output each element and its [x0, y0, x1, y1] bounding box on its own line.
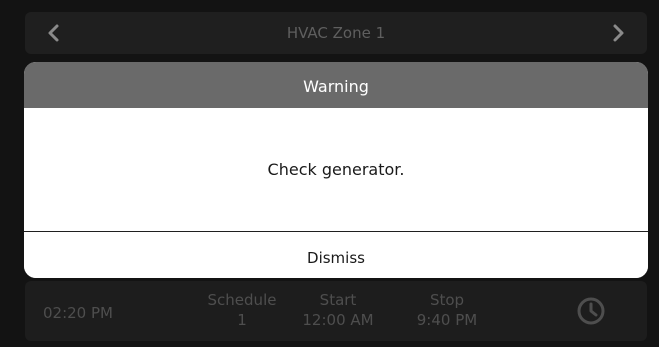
hvac-panel: HVAC Zone 1 02:20 PM Schedule 1 Start 12… [0, 0, 659, 347]
dialog-message: Check generator. [24, 108, 648, 231]
clock-icon [577, 297, 605, 325]
start-label: Start [319, 291, 357, 309]
chevron-right-icon [613, 24, 624, 42]
stop-label: Stop [429, 291, 465, 309]
nav-bar: HVAC Zone 1 [25, 12, 647, 54]
current-time: 02:20 PM [43, 304, 113, 322]
stop-value: 9:40 PM [416, 311, 478, 329]
start-value: 12:00 AM [302, 311, 374, 329]
schedule-label: Schedule [207, 291, 277, 309]
status-bar: 02:20 PM Schedule 1 Start 12:00 AM Stop … [25, 281, 647, 341]
schedule-clock-button[interactable] [575, 295, 607, 327]
next-zone-button[interactable] [597, 12, 639, 54]
zone-title: HVAC Zone 1 [286, 24, 386, 42]
stop-info: Stop 9:40 PM [402, 290, 492, 330]
dismiss-button[interactable]: Dismiss [24, 232, 648, 278]
start-info: Start 12:00 AM [293, 290, 383, 330]
schedule-value: 1 [237, 311, 247, 329]
dialog-title: Warning [24, 62, 648, 108]
schedule-info: Schedule 1 [197, 290, 287, 330]
warning-dialog: Warning Check generator. Dismiss [24, 62, 648, 278]
